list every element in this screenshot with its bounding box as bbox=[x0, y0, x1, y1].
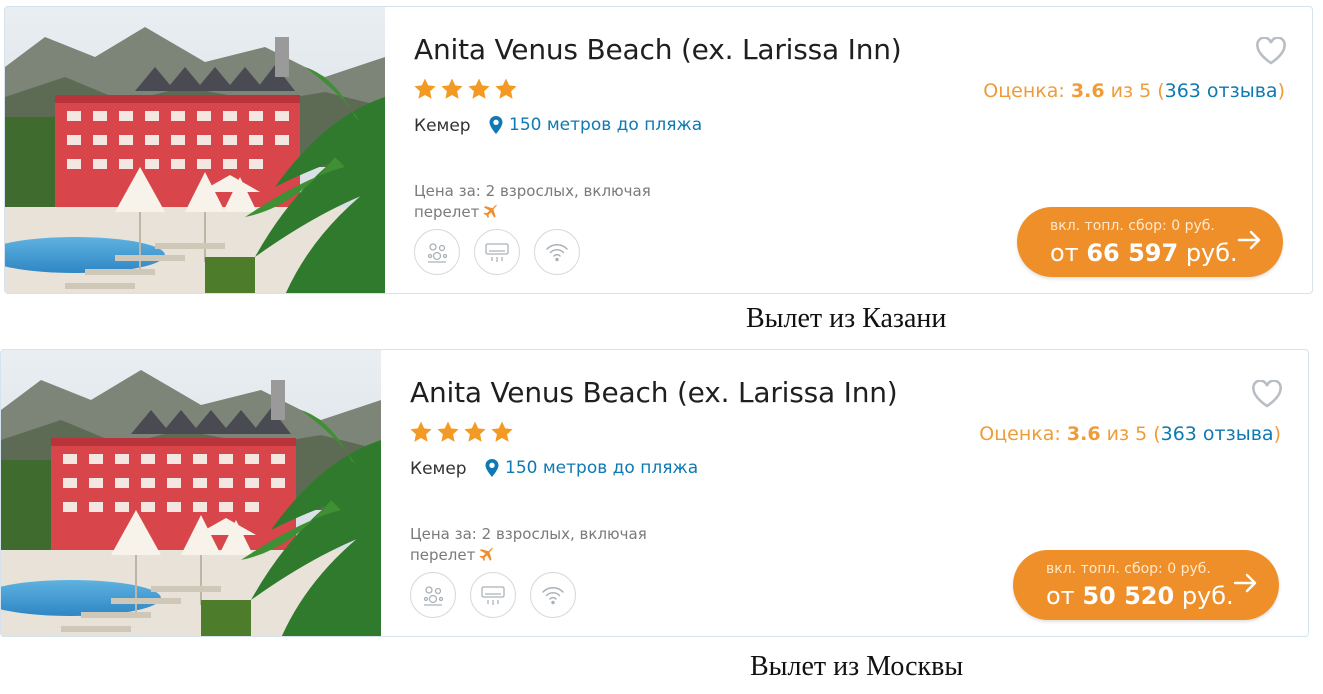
rating-of: из 5 ( bbox=[1106, 423, 1161, 445]
price-text: от 50 520 руб. bbox=[1046, 582, 1234, 610]
rating-of: из 5 ( bbox=[1110, 80, 1165, 102]
hotel-photo[interactable] bbox=[5, 7, 385, 294]
price-prefix: от bbox=[1046, 582, 1075, 610]
departure-caption-moscow: Вылет из Москвы bbox=[750, 651, 964, 682]
rating-label: Оценка: bbox=[983, 80, 1065, 102]
fuel-fee-note: вкл. топл. сбор: 0 руб. bbox=[1046, 561, 1211, 577]
air-conditioner-icon[interactable] bbox=[470, 572, 516, 618]
airplane-icon bbox=[479, 547, 494, 561]
price-currency: руб. bbox=[1185, 239, 1238, 267]
price-note-line2: перелет bbox=[410, 546, 476, 564]
reviews-link[interactable]: 363 отзыва bbox=[1161, 423, 1274, 445]
star-icon bbox=[491, 421, 513, 442]
price-prefix: от bbox=[1050, 239, 1079, 267]
price-note: Цена за: 2 взрослых, включая перелет bbox=[414, 181, 651, 223]
city-label: Кемер bbox=[410, 459, 467, 479]
airplane-icon bbox=[483, 204, 498, 218]
price-button[interactable]: вкл. топл. сбор: 0 руб. от 50 520 руб. bbox=[1013, 550, 1279, 620]
price-text: от 66 597 руб. bbox=[1050, 239, 1238, 267]
price-note: Цена за: 2 взрослых, включая перелет bbox=[410, 524, 647, 566]
price-note-line1: Цена за: 2 взрослых, включая bbox=[410, 525, 647, 543]
star-rating bbox=[413, 77, 518, 101]
hotel-card-moscow[interactable]: Anita Venus Beach (ex. Larissa Inn) Кеме… bbox=[0, 349, 1309, 637]
price-value: 50 520 bbox=[1082, 582, 1175, 610]
wifi-icon[interactable] bbox=[534, 229, 580, 275]
rating-close: ) bbox=[1273, 423, 1281, 445]
rating-label: Оценка: bbox=[979, 423, 1061, 445]
city-label: Кемер bbox=[414, 116, 471, 136]
reviews-link[interactable]: 363 отзыва bbox=[1165, 80, 1278, 102]
arrow-right-icon bbox=[1233, 573, 1257, 593]
departure-caption-kazan: Вылет из Казани bbox=[746, 303, 947, 334]
beach-distance-text: 150 метров до пляжа bbox=[505, 458, 699, 478]
rating-value: 3.6 bbox=[1070, 80, 1105, 102]
rating-summary: Оценка: 3.6 из 5 (363 отзыва) bbox=[979, 423, 1281, 445]
favorite-heart-icon[interactable] bbox=[1255, 37, 1287, 65]
wifi-icon[interactable] bbox=[530, 572, 576, 618]
star-icon bbox=[495, 78, 517, 99]
favorite-heart-icon[interactable] bbox=[1251, 380, 1283, 408]
arrow-right-icon bbox=[1237, 230, 1261, 250]
star-icon bbox=[437, 421, 459, 442]
air-conditioner-icon[interactable] bbox=[474, 229, 520, 275]
hotel-photo[interactable] bbox=[1, 350, 381, 637]
fuel-fee-note: вкл. топл. сбор: 0 руб. bbox=[1050, 218, 1215, 234]
price-button[interactable]: вкл. топл. сбор: 0 руб. от 66 597 руб. bbox=[1017, 207, 1283, 277]
hotel-name[interactable]: Anita Venus Beach (ex. Larissa Inn) bbox=[410, 376, 898, 409]
star-rating bbox=[409, 420, 514, 444]
beach-distance-link[interactable]: 150 метров до пляжа bbox=[489, 115, 702, 135]
map-pin-icon bbox=[485, 459, 499, 477]
beach-distance-text: 150 метров до пляжа bbox=[509, 115, 703, 135]
star-icon bbox=[468, 78, 490, 99]
price-note-line1: Цена за: 2 взрослых, включая bbox=[414, 182, 651, 200]
beach-distance-link[interactable]: 150 метров до пляжа bbox=[485, 458, 698, 478]
star-icon bbox=[414, 78, 436, 99]
hotel-photo-image[interactable] bbox=[5, 7, 385, 294]
star-icon bbox=[464, 421, 486, 442]
map-pin-icon bbox=[489, 116, 503, 134]
amenities-list bbox=[414, 229, 580, 275]
rating-summary: Оценка: 3.6 из 5 (363 отзыва) bbox=[983, 80, 1285, 102]
hotel-name[interactable]: Anita Venus Beach (ex. Larissa Inn) bbox=[414, 33, 902, 66]
hotel-card-kazan[interactable]: Anita Venus Beach (ex. Larissa Inn) Кеме… bbox=[4, 6, 1313, 294]
price-currency: руб. bbox=[1181, 582, 1234, 610]
hotel-photo-image[interactable] bbox=[1, 350, 381, 637]
star-icon bbox=[441, 78, 463, 99]
kids-club-icon[interactable] bbox=[414, 229, 460, 275]
kids-club-icon[interactable] bbox=[410, 572, 456, 618]
amenities-list bbox=[410, 572, 576, 618]
price-note-line2: перелет bbox=[414, 203, 480, 221]
star-icon bbox=[410, 421, 432, 442]
rating-close: ) bbox=[1277, 80, 1285, 102]
price-value: 66 597 bbox=[1086, 239, 1179, 267]
rating-value: 3.6 bbox=[1066, 423, 1101, 445]
